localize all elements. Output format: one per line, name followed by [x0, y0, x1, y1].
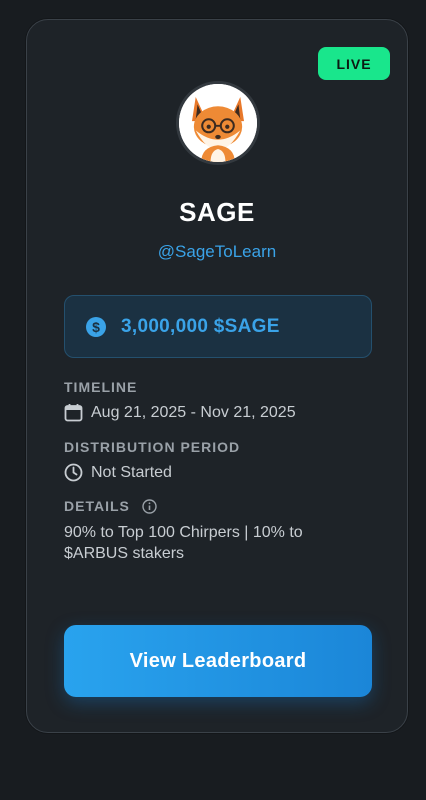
details-text: 90% to Top 100 Chirpers | 10% to $ARBUS …	[64, 524, 303, 562]
fox-with-glasses-avatar-icon	[179, 84, 257, 162]
calendar-icon	[64, 404, 83, 422]
svg-text:$: $	[92, 319, 100, 335]
distribution-row: Not Started	[64, 463, 172, 482]
reward-amount: 3,000,000 $SAGE	[121, 315, 280, 337]
view-leaderboard-button[interactable]: View Leaderboard	[64, 625, 372, 697]
project-name: SAGE	[179, 197, 255, 227]
reward-amount-box: $ 3,000,000 $SAGE	[64, 295, 372, 358]
avatar	[176, 81, 260, 165]
distribution-status: Not Started	[91, 463, 172, 481]
timeline-value: Aug 21, 2025 - Nov 21, 2025	[91, 403, 296, 421]
timeline-row: Aug 21, 2025 - Nov 21, 2025	[64, 403, 296, 422]
live-status-badge: LIVE	[318, 47, 390, 80]
distribution-period-label: DISTRIBUTION PERIOD	[64, 439, 241, 455]
clock-icon	[64, 463, 83, 482]
dollar-coin-icon: $	[86, 316, 106, 337]
project-handle-link[interactable]: @SageToLearn	[26, 242, 408, 262]
details-label: DETAILS	[64, 498, 130, 514]
info-icon[interactable]	[142, 499, 157, 514]
timeline-label: TIMELINE	[64, 379, 138, 395]
